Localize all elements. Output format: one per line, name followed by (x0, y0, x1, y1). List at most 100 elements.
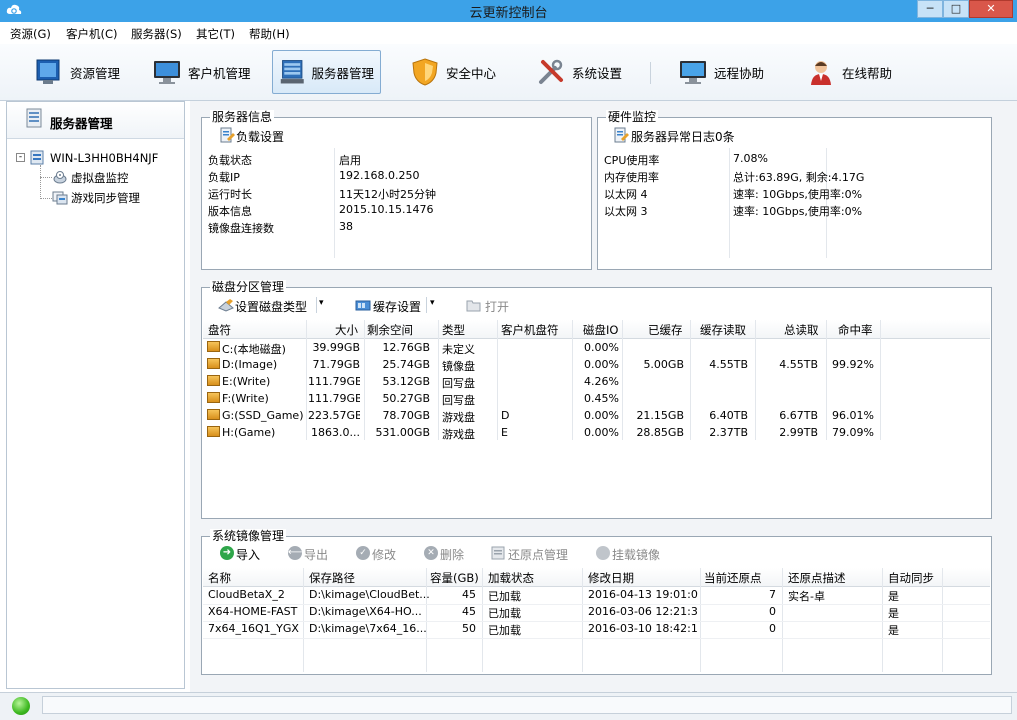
toolbar-system-settings[interactable]: 系统设置 (530, 50, 630, 94)
disk-cell: 游戏盘 (442, 428, 475, 441)
open-button[interactable]: 打开 (485, 298, 509, 315)
toolbar-label: 客户机管理 (188, 65, 251, 81)
column-header-cache-read[interactable]: 缓存读取 (700, 322, 746, 338)
column-header-current-restore-point[interactable]: 当前还原点 (704, 570, 762, 586)
disk-cell: D:(Image) (222, 358, 278, 371)
disk-cell: 4.26% (584, 375, 619, 388)
menu-help[interactable]: 帮助(H) (249, 26, 290, 42)
column-header-total-read[interactable]: 总读取 (784, 322, 819, 338)
disk-cell: 12.76GB (382, 341, 430, 354)
column-header-modified-date[interactable]: 修改日期 (588, 570, 634, 586)
image-cell: 2016-03-06 12:21:39 (588, 605, 698, 618)
tree-root-server[interactable]: WIN-L3HH0BH4NJF (50, 151, 158, 165)
split-divider (316, 297, 317, 313)
disk-cell: E (501, 426, 508, 439)
disk-cell: 223.57GB (308, 409, 360, 422)
toolbar-client-management[interactable]: 客户机管理 (146, 50, 258, 94)
column-header-size[interactable]: 大小 (335, 322, 358, 338)
image-cell: 已加载 (488, 590, 521, 603)
set-disk-type-dropdown-icon[interactable]: ▾ (319, 298, 324, 308)
minimize-button[interactable]: ─ (917, 0, 943, 18)
image-connections-label: 镜像盘连接数 (208, 222, 274, 235)
edit-button[interactable]: 修改 (372, 546, 396, 563)
cache-settings-dropdown-icon[interactable]: ▾ (430, 298, 435, 308)
restore-point-management-button[interactable]: 还原点管理 (508, 546, 568, 563)
column-header-save-path[interactable]: 保存路径 (309, 570, 355, 586)
maximize-button[interactable]: □ (943, 0, 969, 18)
menu-other[interactable]: 其它(T) (196, 26, 235, 42)
column-header-disk-io[interactable]: 磁盘IO (583, 322, 618, 338)
image-cell: 7 (769, 588, 776, 601)
disk-partition-title: 磁盘分区管理 (210, 280, 287, 294)
set-disk-type-button[interactable]: 设置磁盘类型 (235, 298, 307, 315)
column-header-type[interactable]: 类型 (442, 322, 465, 338)
mount-image-button[interactable]: 挂载镜像 (612, 546, 660, 563)
disk-cell: 6.67TB (779, 409, 818, 422)
status-text-field (42, 696, 1012, 714)
disk-cell: 531.00GB (375, 426, 430, 439)
open-icon (466, 300, 481, 312)
system-image-title: 系统镜像管理 (210, 529, 287, 543)
load-ip-label: 负载IP (208, 171, 240, 184)
toolbar-online-help[interactable]: 在线帮助 (800, 50, 900, 94)
load-status-value: 启用 (339, 154, 361, 167)
column-header-load-status[interactable]: 加载状态 (488, 570, 534, 586)
ethernet-3-value: 速率: 10Gbps,使用率:0% (733, 205, 863, 218)
menu-resources[interactable]: 资源(G) (10, 26, 51, 42)
tree-line (40, 165, 42, 199)
disk-cell: G:(SSD_Game) (222, 409, 304, 422)
column-header-capacity[interactable]: 容量(GB) (430, 570, 479, 586)
drive-icon (207, 375, 220, 386)
column-header-restore-point-desc[interactable]: 还原点描述 (788, 570, 846, 586)
image-cell: X64-HOME-FAST (208, 605, 298, 618)
disk-cell: 39.99GB (312, 341, 360, 354)
column-header-hit-rate[interactable]: 命中率 (838, 322, 873, 338)
column-header-drive[interactable]: 盘符 (208, 322, 231, 338)
disk-monitor-icon (53, 171, 67, 184)
cache-settings-button[interactable]: 缓存设置 (373, 298, 421, 315)
column-header-free-space[interactable]: 剩余空间 (367, 322, 413, 338)
disk-cell: 0.00% (584, 426, 619, 439)
column-header-name[interactable]: 名称 (208, 570, 231, 586)
tree-item-game-sync-management[interactable]: 游戏同步管理 (71, 190, 140, 206)
export-button[interactable]: 导出 (304, 546, 328, 563)
drive-icon (207, 341, 220, 352)
close-button[interactable]: ✕ (969, 0, 1013, 18)
drive-icon (207, 409, 220, 420)
disk-cell: 0.00% (584, 341, 619, 354)
image-cell: 50 (462, 622, 476, 635)
exception-log-link[interactable]: 服务器异常日志0条 (631, 128, 735, 145)
cpu-usage-value: 7.08% (733, 152, 768, 165)
column-header-cached[interactable]: 已缓存 (648, 322, 683, 338)
image-cell: 是 (888, 607, 899, 620)
export-icon: ⟵ (288, 546, 303, 560)
tree-collapse-toggle[interactable]: - (16, 153, 25, 162)
column-header-auto-sync[interactable]: 自动同步 (888, 570, 934, 586)
sidebar-title: 服务器管理 (50, 116, 113, 131)
toolbar-resource-management[interactable]: 资源管理 (28, 50, 128, 94)
disk-cell: C:(本地磁盘) (222, 343, 286, 356)
disk-cell: 79.09% (832, 426, 874, 439)
disk-cell: 111.79GB (308, 375, 360, 388)
tree-line (40, 177, 52, 178)
toolbar-label: 服务器管理 (311, 65, 374, 81)
toolbar-label: 资源管理 (70, 65, 121, 81)
grid-divider (334, 148, 335, 258)
toolbar-remote-assist[interactable]: 远程协助 (672, 50, 772, 94)
column-header-client-drive[interactable]: 客户机盘符 (501, 322, 559, 338)
load-status-label: 负载状态 (208, 154, 252, 167)
menu-server[interactable]: 服务器(S) (131, 26, 182, 42)
image-cell: 2016-03-10 18:42:19 (588, 622, 698, 635)
import-button[interactable]: 导入 (236, 546, 260, 563)
load-settings-button[interactable]: 负载设置 (236, 128, 284, 145)
delete-button[interactable]: 删除 (440, 546, 464, 563)
tree-item-virtual-disk-monitor[interactable]: 虚拟盘监控 (71, 170, 129, 186)
toolbar-server-management[interactable]: 服务器管理 (272, 50, 381, 94)
drive-icon (207, 426, 220, 437)
client-monitor-icon (154, 61, 180, 84)
toolbar-security-center[interactable]: 安全中心 (404, 50, 504, 94)
disk-cell: D (501, 409, 510, 422)
image-cell: CloudBetaX_2 (208, 588, 285, 601)
shield-icon (412, 58, 438, 86)
menu-client[interactable]: 客户机(C) (66, 26, 118, 42)
